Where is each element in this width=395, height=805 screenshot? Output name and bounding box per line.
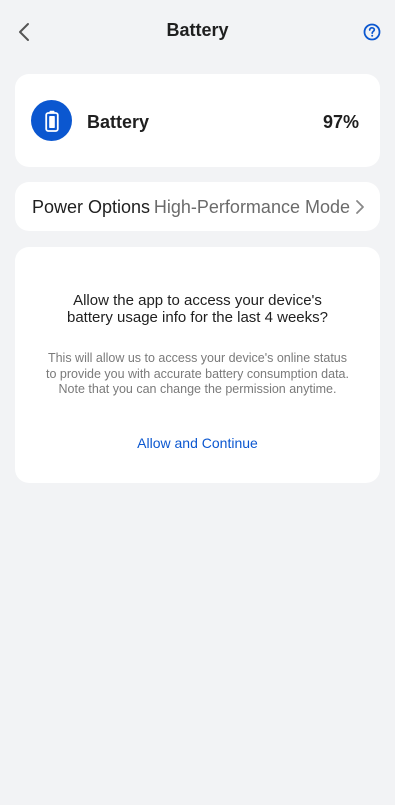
permission-title: Allow the app to access your device's ba… [67,292,328,326]
battery-icon-badge [31,100,72,141]
battery-percentage: 97% [322,112,359,132]
battery-icon [44,110,59,132]
power-options-row[interactable]: Power Options High-Performance Mode [15,182,380,231]
power-options-label: Power Options [32,197,151,217]
battery-card: Battery 97% [15,74,380,167]
permission-card: Allow the app to access your device's ba… [15,247,380,483]
permission-description: This will allow us to access your device… [46,351,349,396]
power-options-value: High-Performance Mode [153,197,350,217]
help-circle-icon [363,23,381,41]
page-title: Battery [166,20,229,40]
app-header: Battery [0,0,395,64]
help-button[interactable] [361,21,383,43]
allow-continue-button[interactable]: Allow and Continue [15,435,380,451]
chevron-right-icon [356,200,364,214]
battery-label: Battery [87,112,150,132]
